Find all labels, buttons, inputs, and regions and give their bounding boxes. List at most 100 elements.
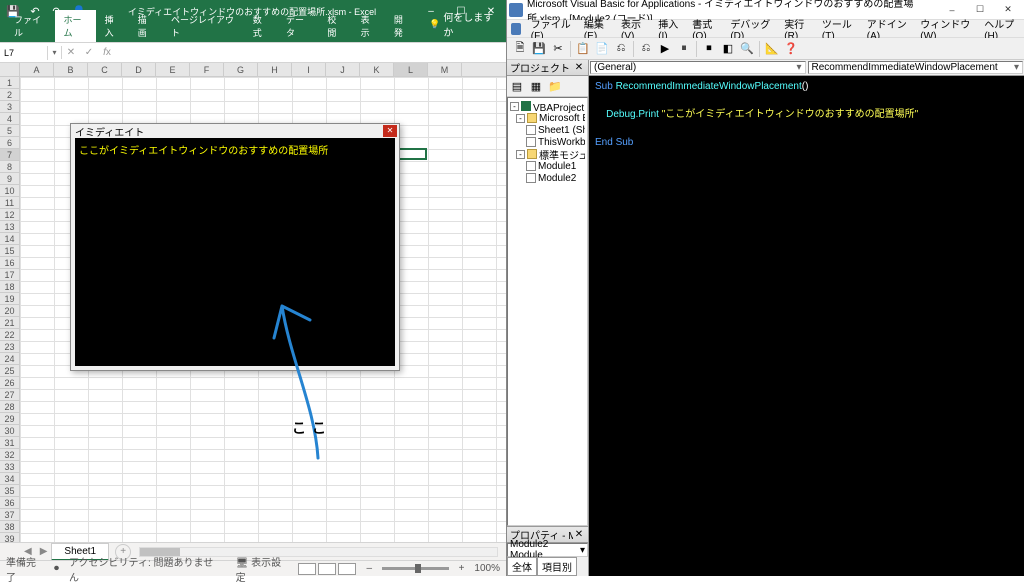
toolbar-button-13[interactable]: ❓	[782, 40, 800, 58]
row-header[interactable]: 17	[0, 269, 19, 281]
name-box[interactable]: L7	[0, 46, 48, 60]
row-header[interactable]: 29	[0, 413, 19, 425]
row-header[interactable]: 35	[0, 485, 19, 497]
cancel-formula-icon[interactable]: ✕	[62, 45, 80, 60]
column-header[interactable]: K	[360, 63, 394, 76]
row-header[interactable]: 9	[0, 173, 19, 185]
row-header[interactable]: 23	[0, 341, 19, 353]
toggle-folders-icon[interactable]: 📁	[546, 77, 564, 95]
row-header[interactable]: 14	[0, 233, 19, 245]
zoom-slider[interactable]	[382, 567, 449, 570]
toolbar-button-12[interactable]: 📐	[763, 40, 781, 58]
column-header[interactable]: J	[326, 63, 360, 76]
toolbar-button-10[interactable]: ◧	[719, 40, 737, 58]
view-code-icon[interactable]: ▤	[508, 77, 526, 95]
row-header[interactable]: 1	[0, 77, 19, 89]
row-header[interactable]: 20	[0, 305, 19, 317]
row-header[interactable]: 16	[0, 257, 19, 269]
close-icon[interactable]: ✕	[383, 125, 397, 137]
normal-view-button[interactable]	[298, 563, 316, 575]
row-header[interactable]: 15	[0, 245, 19, 257]
row-header[interactable]: 33	[0, 461, 19, 473]
fx-icon[interactable]: fx	[98, 45, 116, 60]
row-header[interactable]: 13	[0, 221, 19, 233]
toolbar-button-8[interactable]: ⏸	[675, 40, 693, 58]
ribbon-tab-数式[interactable]: 数式	[245, 10, 277, 42]
prop-tab-categorized[interactable]: 項目別	[537, 557, 577, 576]
tree-module2[interactable]: Module2	[538, 173, 576, 184]
row-header[interactable]: 36	[0, 497, 19, 509]
column-header[interactable]: L	[394, 63, 428, 76]
project-tree[interactable]: - VBAProject (イミデ - Microsoft Excel Ob She…	[507, 97, 588, 526]
row-header[interactable]: 26	[0, 377, 19, 389]
prop-tab-all[interactable]: 全体	[507, 557, 537, 576]
column-header[interactable]: H	[258, 63, 292, 76]
row-header[interactable]: 8	[0, 161, 19, 173]
row-header[interactable]: 2	[0, 89, 19, 101]
row-header[interactable]: 21	[0, 317, 19, 329]
tree-sheet1[interactable]: Sheet1 (Sheet	[538, 125, 585, 136]
tree-excel-objects[interactable]: Microsoft Excel Ob	[539, 113, 585, 124]
ribbon-tab-ホーム[interactable]: ホーム	[55, 10, 95, 42]
zoom-out-button[interactable]: –	[366, 563, 372, 574]
display-settings[interactable]: 🖥 表示設定	[236, 554, 289, 584]
column-header[interactable]: C	[88, 63, 122, 76]
row-header[interactable]: 39	[0, 533, 19, 542]
tree-toggle-icon[interactable]: -	[510, 102, 519, 111]
properties-object-dropdown[interactable]: Module2 Module▾	[507, 543, 588, 557]
row-header[interactable]: 32	[0, 449, 19, 461]
zoom-level[interactable]: 100%	[474, 563, 500, 574]
toolbar-button-9[interactable]: ⏹	[700, 40, 718, 58]
row-header[interactable]: 31	[0, 437, 19, 449]
record-macro-icon[interactable]: ⏺	[54, 563, 59, 574]
row-header[interactable]: 37	[0, 509, 19, 521]
ribbon-tab-表示[interactable]: 表示	[353, 10, 385, 42]
ribbon-tab-描画[interactable]: 描画	[130, 10, 162, 42]
select-all-corner[interactable]	[0, 63, 20, 77]
formula-input[interactable]	[116, 51, 506, 55]
row-header[interactable]: 5	[0, 125, 19, 137]
name-box-dropdown-icon[interactable]: ▾	[48, 46, 62, 59]
column-header[interactable]: I	[292, 63, 326, 76]
row-header[interactable]: 28	[0, 401, 19, 413]
toolbar-button-5[interactable]: ⎌	[612, 40, 630, 58]
ribbon-tab-開発[interactable]: 開発	[386, 10, 418, 42]
ribbon-tab-挿入[interactable]: 挿入	[97, 10, 129, 42]
row-header[interactable]: 10	[0, 185, 19, 197]
code-area[interactable]: Sub RecommendImmediateWindowPlacement() …	[589, 76, 1024, 576]
procedure-dropdown[interactable]: RecommendImmediateWindowPlacement▾	[808, 61, 1024, 74]
immediate-window-titlebar[interactable]: イミディエイト ✕	[71, 124, 399, 138]
tree-module1[interactable]: Module1	[538, 161, 576, 172]
toolbar-button-0[interactable]: 🗎	[511, 40, 529, 58]
page-break-view-button[interactable]	[338, 563, 356, 575]
column-header[interactable]: A	[20, 63, 54, 76]
toolbar-button-3[interactable]: 📋	[574, 40, 592, 58]
row-header[interactable]: 30	[0, 425, 19, 437]
row-header[interactable]: 38	[0, 521, 19, 533]
enter-formula-icon[interactable]: ✓	[80, 45, 98, 60]
column-header[interactable]: F	[190, 63, 224, 76]
ribbon-tab-校閲[interactable]: 校閲	[319, 10, 351, 42]
tree-toggle-icon[interactable]: -	[516, 150, 525, 159]
column-header[interactable]: G	[224, 63, 258, 76]
row-header[interactable]: 19	[0, 293, 19, 305]
toolbar-button-4[interactable]: 📄	[593, 40, 611, 58]
tree-root[interactable]: VBAProject (イミデ	[533, 99, 585, 114]
immediate-window[interactable]: イミディエイト ✕ ここがイミディエイトウィンドウのおすすめの配置場所	[70, 123, 400, 371]
worksheet-area[interactable]: ABCDEFGHIJKLM 12345678910111213141516171…	[0, 63, 506, 542]
object-dropdown[interactable]: (General)▾	[590, 61, 806, 74]
column-header[interactable]: E	[156, 63, 190, 76]
tell-me-search[interactable]: 💡 何をしますか	[419, 6, 506, 42]
column-header[interactable]: D	[122, 63, 156, 76]
horizontal-scrollbar[interactable]	[139, 547, 498, 557]
row-header[interactable]: 7	[0, 149, 19, 161]
toolbar-button-1[interactable]: 💾	[530, 40, 548, 58]
row-header[interactable]: 3	[0, 101, 19, 113]
column-header[interactable]: B	[54, 63, 88, 76]
ribbon-tab-ファイル[interactable]: ファイル	[6, 10, 54, 42]
row-header[interactable]: 24	[0, 353, 19, 365]
row-header[interactable]: 34	[0, 473, 19, 485]
close-icon[interactable]: ✕	[573, 62, 585, 73]
toolbar-button-2[interactable]: ✂	[549, 40, 567, 58]
row-header[interactable]: 11	[0, 197, 19, 209]
